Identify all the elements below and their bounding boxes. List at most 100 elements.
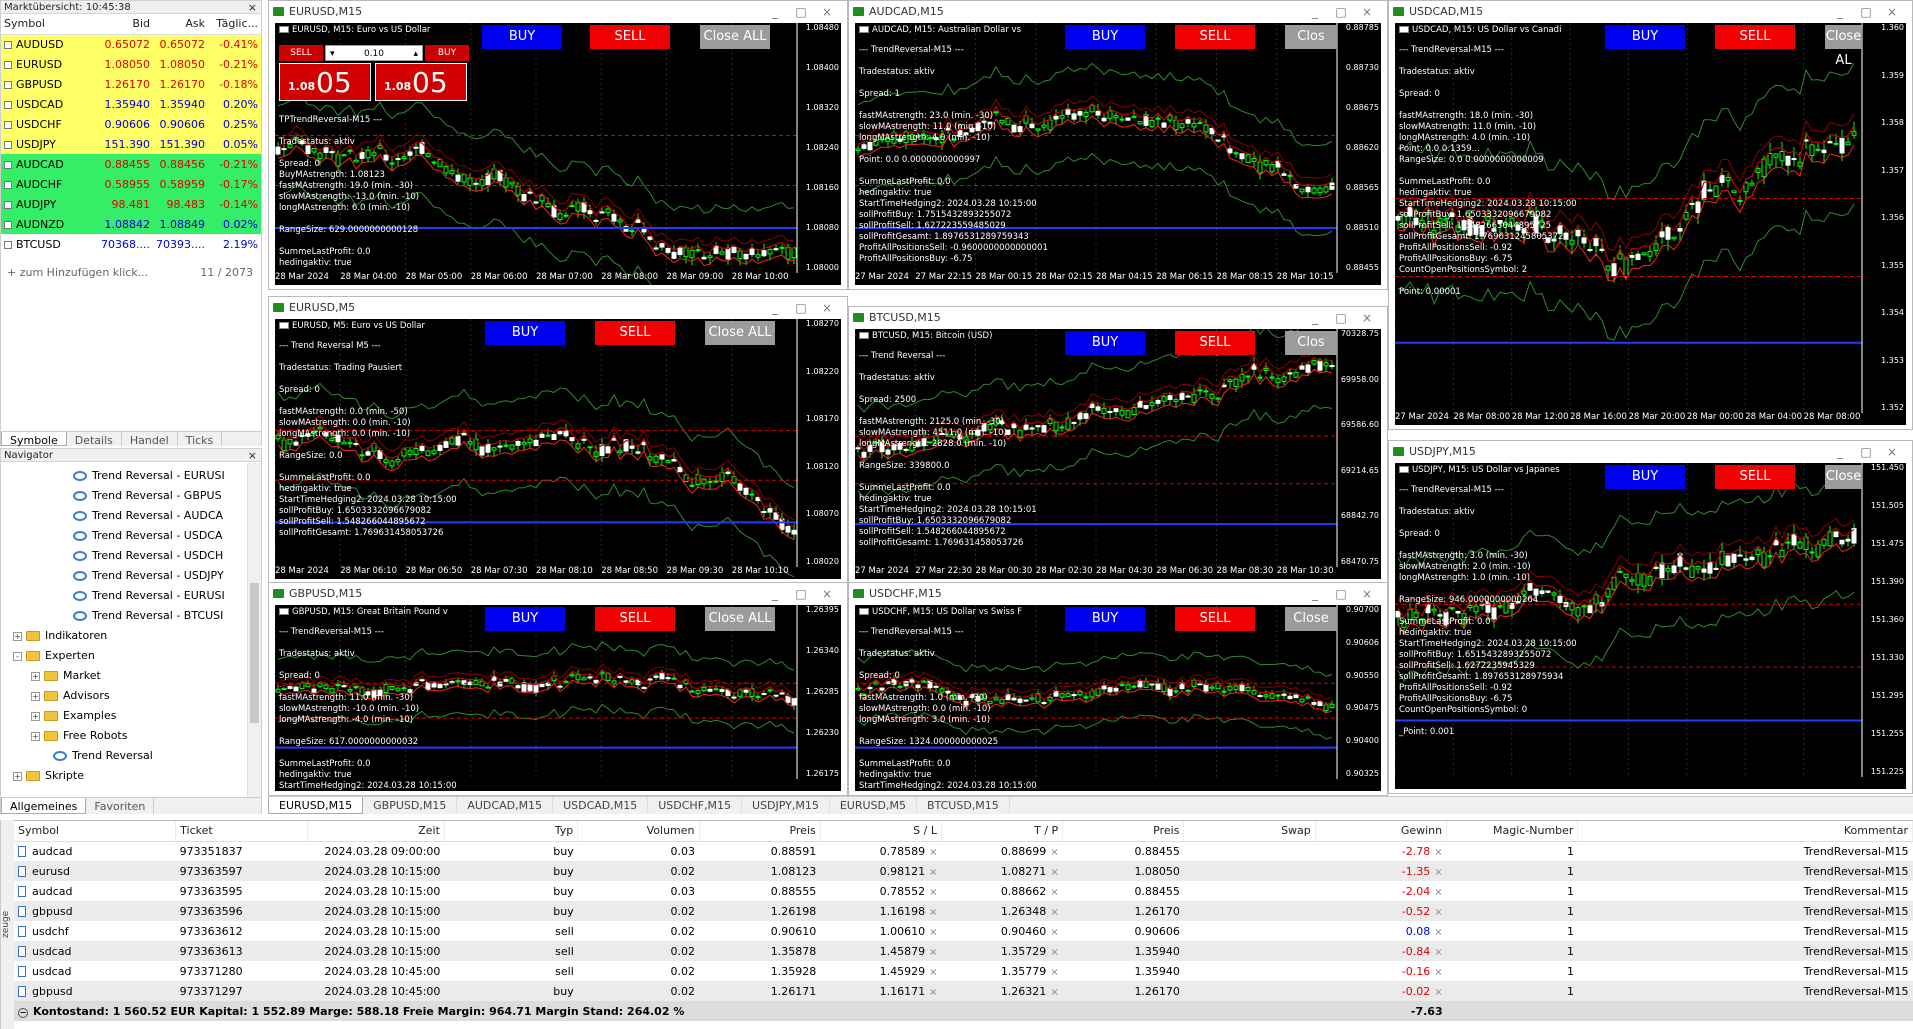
- column-header[interactable]: Volumen: [577, 821, 700, 842]
- chart-window-titlebar[interactable]: GBPUSD,M15 _ □ ×: [269, 583, 847, 605]
- chart-window-c8[interactable]: USDCHF,M15 _ □ × 0.90700 0.90606 0.90550 0.9047…: [848, 582, 1388, 796]
- chart-window-c6[interactable]: USDJPY,M15 _ □ × 151.450 151.505 151.475 151.39…: [1388, 440, 1913, 794]
- chart-canvas[interactable]: 151.450 151.505 151.475 151.390 151.360 151.3…: [1395, 463, 1906, 789]
- one-click-buy-price[interactable]: 1.08 05: [375, 63, 467, 101]
- close-icon[interactable]: ×: [1882, 1, 1902, 23]
- tab-handel[interactable]: Handel: [122, 432, 178, 447]
- remove-level-icon[interactable]: ×: [1050, 947, 1058, 958]
- navigator-item[interactable]: - Experten: [1, 646, 247, 666]
- terminal-side-tab[interactable]: zeuge: [0, 820, 14, 1029]
- chart-window-c3[interactable]: USDCAD,M15 _ □ × 1.360 1.359 1.358 1.357 1.356 1.…: [1388, 0, 1913, 430]
- close-all-button[interactable]: Close ALL: [700, 25, 770, 49]
- chevron-up-icon[interactable]: ▴: [413, 46, 418, 62]
- maximize-icon[interactable]: □: [1856, 1, 1876, 23]
- close-all-button[interactable]: Clos: [1285, 331, 1337, 355]
- close-all-button[interactable]: Close ALL: [705, 321, 775, 345]
- navigator-item[interactable]: Trend Reversal - USDCH: [1, 546, 247, 566]
- expand-icon[interactable]: +: [13, 771, 22, 781]
- column-header[interactable]: Zeit: [307, 821, 445, 842]
- one-click-buy-label[interactable]: BUY: [425, 45, 469, 61]
- chart-tab[interactable]: USDCHF,M15: [648, 797, 743, 814]
- close-icon[interactable]: ×: [1357, 1, 1377, 23]
- minimize-icon[interactable]: _: [1830, 441, 1850, 463]
- sell-button[interactable]: SELL: [595, 321, 675, 345]
- tab-symbole[interactable]: Symbole: [1, 432, 67, 447]
- chart-window-c1[interactable]: EURUSD,M15 _ □ × 1.08480 1.08400 1.08320 1.0824…: [268, 0, 848, 290]
- navigator-item[interactable]: Trend Reversal: [1, 746, 247, 766]
- expand-icon[interactable]: +: [31, 731, 40, 741]
- navigator-item[interactable]: Trend Reversal - USDCA: [1, 526, 247, 546]
- close-order-icon[interactable]: ×: [1434, 927, 1442, 938]
- close-all-button[interactable]: Close ALL: [705, 607, 775, 631]
- close-icon[interactable]: ×: [817, 1, 837, 23]
- chart-window-c4[interactable]: EURUSD,M5 _ □ × 1.08270 1.08220 1.08170 1.08120…: [268, 296, 848, 584]
- remove-level-icon[interactable]: ×: [929, 947, 937, 958]
- maximize-icon[interactable]: □: [1331, 307, 1351, 329]
- market-watch-row[interactable]: EURUSD 1.08050 1.08050 -0.21%: [1, 54, 261, 74]
- navigator-item[interactable]: Trend Reversal - USDJPY: [1, 566, 247, 586]
- chart-tab[interactable]: EURUSD,M15: [268, 797, 364, 814]
- column-header[interactable]: S / L: [820, 821, 942, 842]
- lot-size-input[interactable]: ▾ 0.10 ▴: [325, 45, 423, 61]
- add-symbol-row[interactable]: + zum Hinzufügen klick... 11 / 2073: [1, 264, 261, 282]
- remove-level-icon[interactable]: ×: [1050, 907, 1058, 918]
- chart-tab[interactable]: AUDCAD,M15: [457, 797, 554, 814]
- chart-canvas[interactable]: 0.88785 0.88730 0.88675 0.88620 0.88565 0.885…: [855, 23, 1381, 285]
- navigator-item[interactable]: Trend Reversal - EURUSI: [1, 466, 247, 486]
- maximize-icon[interactable]: □: [1856, 441, 1876, 463]
- buy-button[interactable]: BUY: [1065, 25, 1145, 49]
- remove-level-icon[interactable]: ×: [929, 887, 937, 898]
- sell-button[interactable]: SELL: [1175, 607, 1255, 631]
- column-header[interactable]: T / P: [941, 821, 1064, 842]
- market-watch-row[interactable]: GBPUSD 1.26170 1.26170 -0.18%: [1, 74, 261, 94]
- buy-button[interactable]: BUY: [485, 607, 565, 631]
- buy-button[interactable]: BUY: [1605, 25, 1685, 49]
- col-symbol[interactable]: Symbol: [1, 14, 91, 35]
- maximize-icon[interactable]: □: [791, 583, 811, 605]
- market-watch-row[interactable]: AUDCHF 0.58955 0.58959 -0.17%: [1, 174, 261, 194]
- close-order-icon[interactable]: ×: [1434, 887, 1442, 898]
- col-daily-change[interactable]: Täglic...: [208, 14, 261, 35]
- close-order-icon[interactable]: ×: [1434, 987, 1442, 998]
- sell-button[interactable]: SELL: [590, 25, 670, 49]
- remove-level-icon[interactable]: ×: [1050, 867, 1058, 878]
- navigator-item[interactable]: + Examples: [1, 706, 247, 726]
- collapse-icon[interactable]: -: [13, 651, 22, 661]
- chart-window-titlebar[interactable]: USDCHF,M15 _ □ ×: [849, 583, 1387, 605]
- maximize-icon[interactable]: □: [791, 1, 811, 23]
- tab-details[interactable]: Details: [67, 432, 122, 447]
- remove-level-icon[interactable]: ×: [929, 867, 937, 878]
- minimize-icon[interactable]: _: [1305, 1, 1325, 23]
- maximize-icon[interactable]: □: [1331, 583, 1351, 605]
- buy-button[interactable]: BUY: [485, 321, 565, 345]
- close-icon[interactable]: ×: [1357, 307, 1377, 329]
- close-order-icon[interactable]: ×: [1434, 967, 1442, 978]
- sell-button[interactable]: SELL: [1715, 25, 1795, 49]
- navigator-item[interactable]: + Free Robots: [1, 726, 247, 746]
- close-all-button[interactable]: Clos: [1285, 25, 1337, 49]
- order-row[interactable]: audcad 973351837 2024.03.28 09:00:00 buy 0.0…: [14, 841, 1913, 861]
- remove-level-icon[interactable]: ×: [929, 967, 937, 978]
- chart-canvas[interactable]: 1.08480 1.08400 1.08320 1.08240 1.08160 1.080…: [275, 23, 841, 285]
- minimize-icon[interactable]: _: [765, 583, 785, 605]
- chart-window-c5[interactable]: BTCUSD,M15 _ □ × 70328.75 69958.00 69586.60 692…: [848, 306, 1388, 584]
- remove-level-icon[interactable]: ×: [1050, 847, 1058, 858]
- market-watch-row[interactable]: USDJPY 151.390 151.390 0.05%: [1, 134, 261, 154]
- market-watch-row[interactable]: AUDNZD 1.08842 1.08849 0.02%: [1, 214, 261, 234]
- buy-button[interactable]: BUY: [482, 25, 562, 49]
- navigator-item[interactable]: Trend Reversal - GBPUS: [1, 486, 247, 506]
- tab-allgemeines[interactable]: Allgemeines: [1, 798, 87, 814]
- chart-tab[interactable]: GBPUSD,M15: [363, 797, 458, 814]
- close-all-button[interactable]: Close: [1285, 607, 1337, 631]
- remove-level-icon[interactable]: ×: [1050, 987, 1058, 998]
- chart-window-titlebar[interactable]: USDCAD,M15 _ □ ×: [1389, 1, 1912, 23]
- expand-icon[interactable]: +: [13, 631, 22, 641]
- close-icon[interactable]: ×: [248, 1, 257, 14]
- col-ask[interactable]: Ask: [153, 14, 208, 35]
- navigator-item[interactable]: + Indikatoren: [1, 626, 247, 646]
- chart-window-titlebar[interactable]: EURUSD,M15 _ □ ×: [269, 1, 847, 23]
- close-icon[interactable]: ×: [817, 583, 837, 605]
- collapse-icon[interactable]: −: [18, 1007, 28, 1018]
- remove-level-icon[interactable]: ×: [929, 907, 937, 918]
- remove-level-icon[interactable]: ×: [929, 847, 937, 858]
